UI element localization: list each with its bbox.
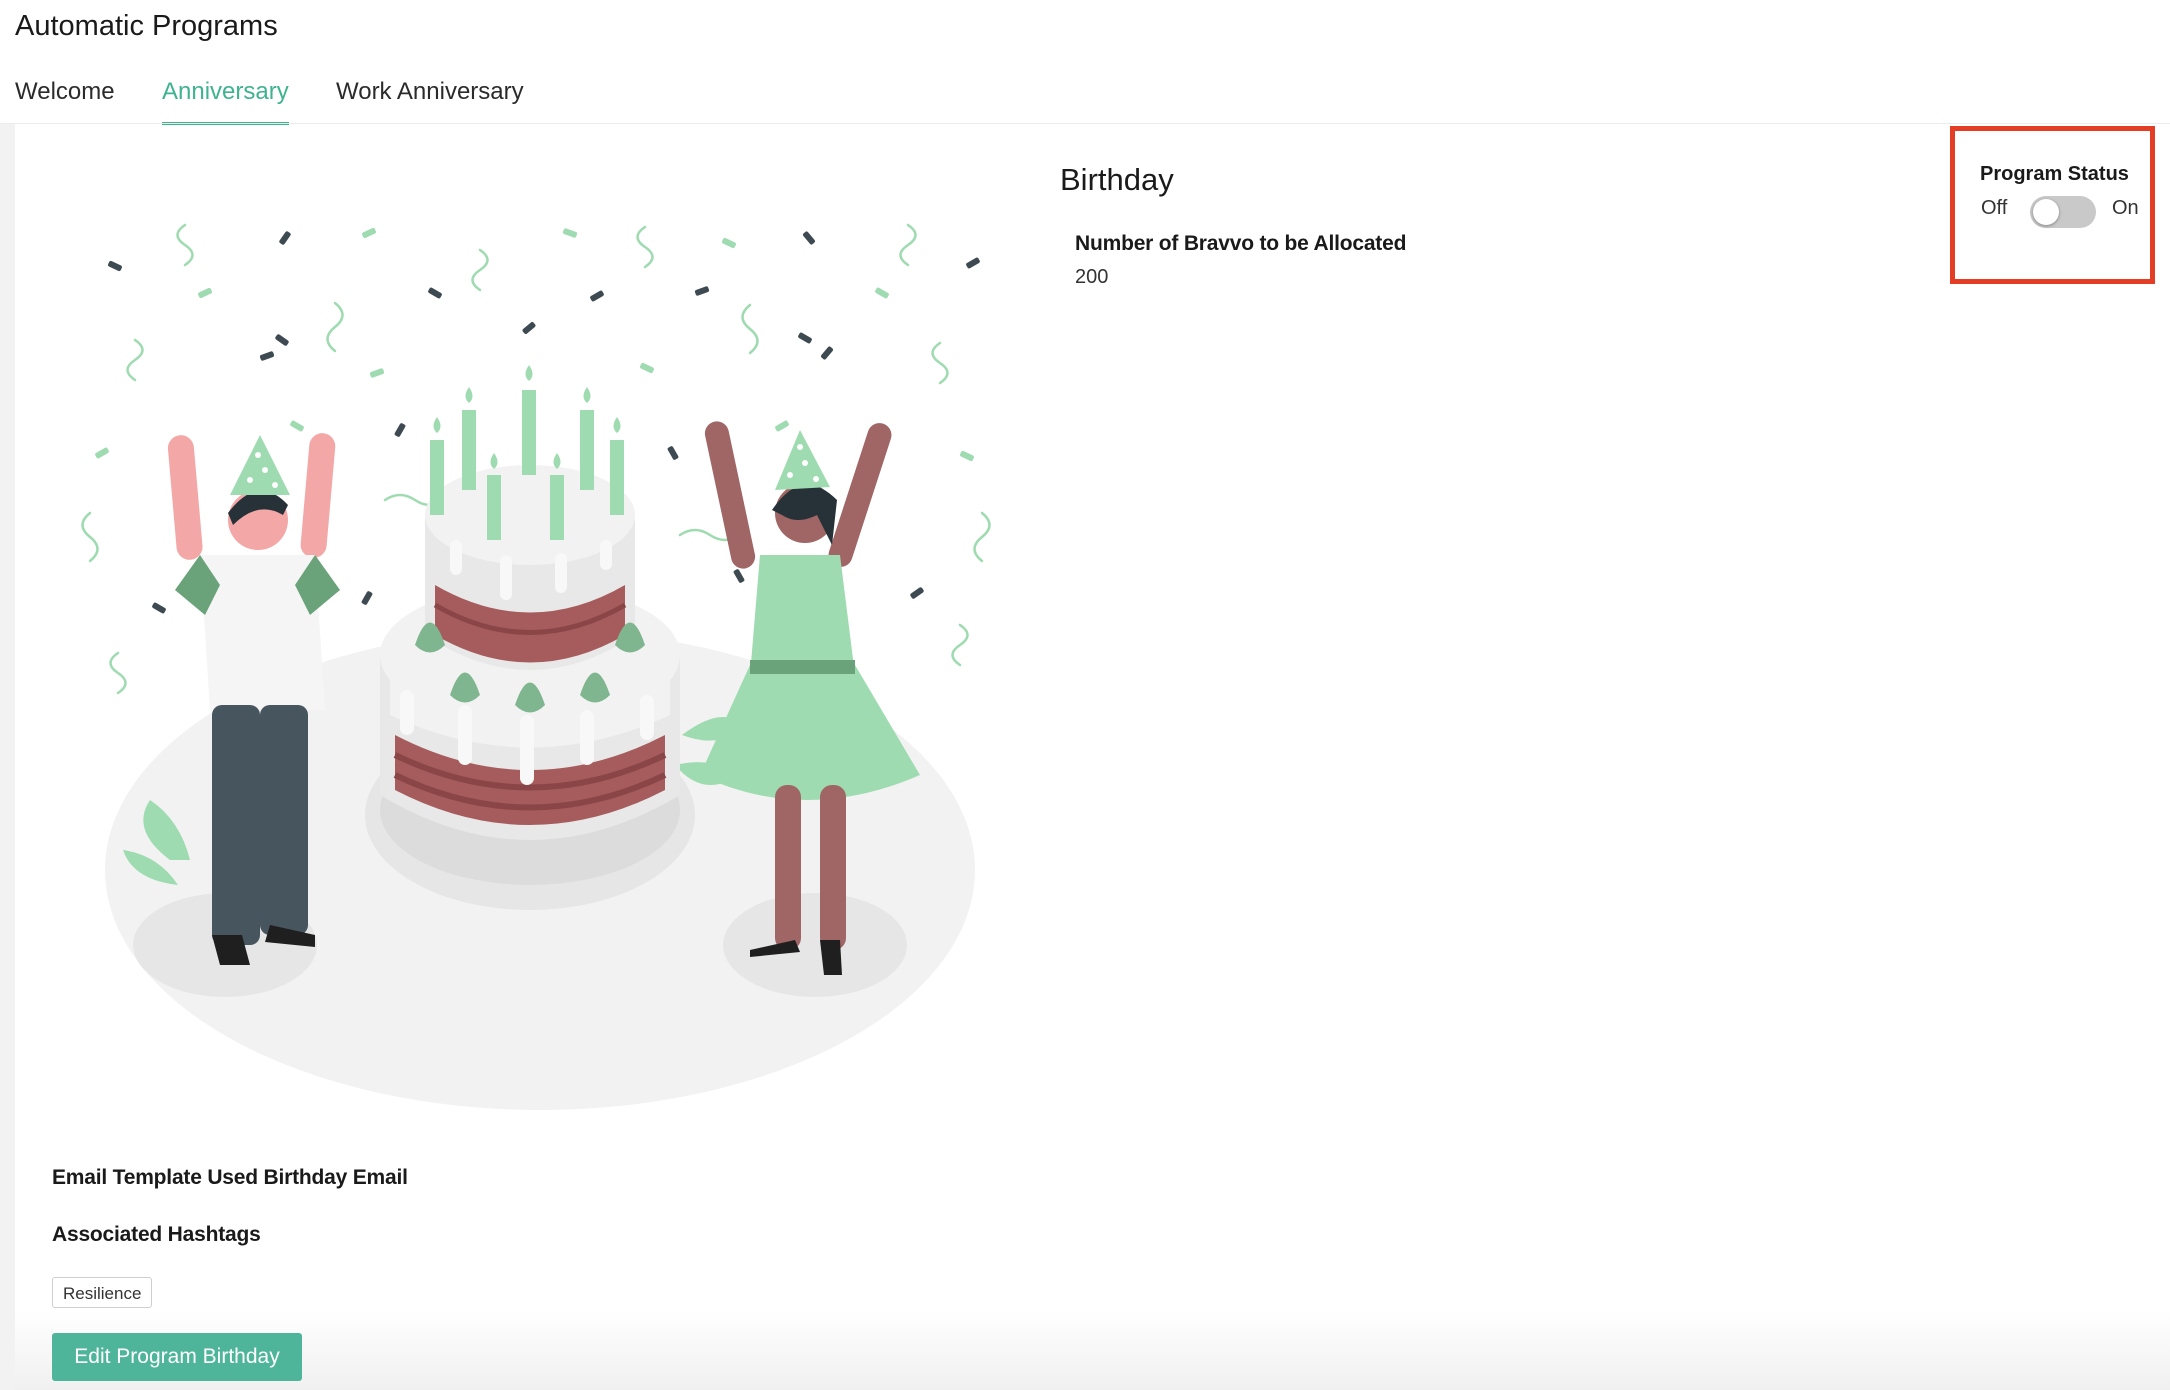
left-rail (0, 124, 15, 1390)
bravvo-value: 200 (1075, 266, 1109, 288)
program-status-toggle[interactable] (2030, 196, 2096, 228)
hashtag-chip: Resilience (52, 1277, 153, 1308)
birthday-party-illustration (81, 223, 991, 1110)
tab-anniversary[interactable]: Anniversary (162, 72, 289, 125)
bravvo-label: Number of Bravvo to be Allocated (1075, 232, 1407, 255)
edit-program-button[interactable]: Edit Program Birthday (52, 1333, 302, 1381)
bottom-fade (15, 1310, 2170, 1390)
tab-divider (0, 123, 2170, 124)
tab-work-anniversary[interactable]: Work Anniversary (336, 72, 524, 122)
status-on-label: On (2112, 197, 2139, 219)
program-status-label: Program Status (1980, 163, 2129, 185)
page-title: Automatic Programs (15, 10, 278, 42)
tab-welcome[interactable]: Welcome (15, 72, 115, 122)
status-off-label: Off (1981, 197, 2008, 219)
toggle-knob (2033, 199, 2059, 225)
email-template-label: Email Template Used Birthday Email (52, 1166, 408, 1189)
hashtags-label: Associated Hashtags (52, 1223, 261, 1246)
program-title: Birthday (1060, 162, 1174, 197)
